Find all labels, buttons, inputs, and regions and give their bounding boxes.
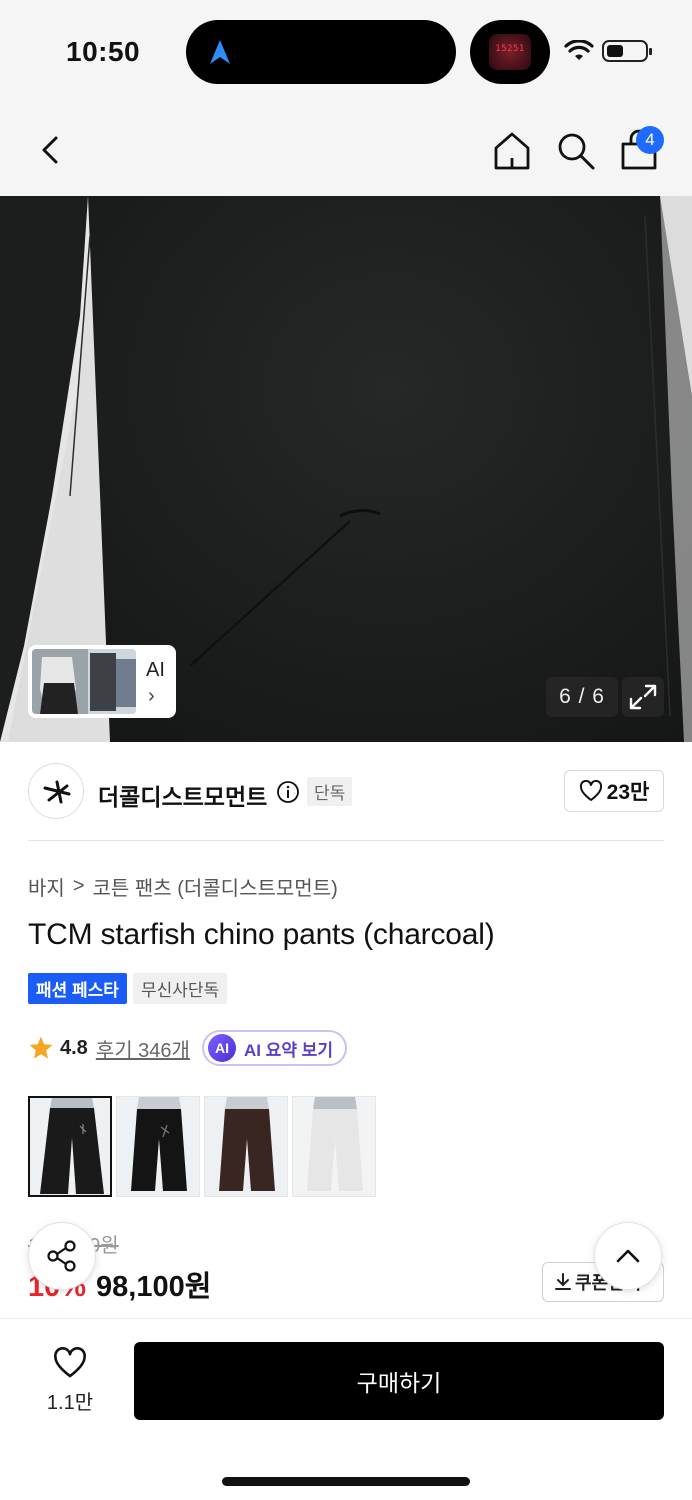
ai-similar-items-card[interactable]: AI › <box>28 645 176 718</box>
star-icon <box>29 1036 53 1059</box>
brand-name[interactable]: 더콜디스트모먼트 <box>98 778 267 812</box>
heart-icon <box>54 1347 86 1378</box>
dynamic-island <box>186 20 456 84</box>
chevron-up-icon <box>616 1249 640 1263</box>
status-bar: 10:50 15251 <box>0 0 692 104</box>
cart-count-badge: 4 <box>636 126 664 154</box>
search-icon[interactable] <box>553 128 597 172</box>
share-button[interactable] <box>28 1222 96 1290</box>
wifi-icon <box>564 40 594 60</box>
breadcrumb-separator: > <box>72 875 85 897</box>
status-time: 10:50 <box>66 36 141 67</box>
product-badges: 패션 페스타 무신사단독 <box>28 973 228 1004</box>
musinsa-exclusive-badge: 무신사단독 <box>132 973 228 1004</box>
chevron-right-icon: › <box>148 685 155 707</box>
breadcrumb-subcategory[interactable]: 코튼 팬츠 (더콜디스트모먼트) <box>93 872 338 901</box>
exclusive-tag: 단독 <box>307 777 353 806</box>
brand-logo[interactable] <box>28 763 84 819</box>
review-count-link[interactable]: 후기 346개 <box>96 1034 190 1063</box>
final-price: 98,100원 <box>96 1271 212 1303</box>
fashion-festa-badge: 패션 페스타 <box>28 973 127 1004</box>
ai-icon: AI <box>207 1034 236 1062</box>
live-activity-display: 15251 <box>489 34 531 70</box>
color-option-brown[interactable] <box>204 1096 288 1197</box>
color-option-black[interactable] <box>28 1096 112 1197</box>
brand-like-count: 23만 <box>606 781 650 804</box>
ai-similar-thumbnail <box>32 649 136 714</box>
info-icon[interactable] <box>276 780 300 804</box>
scroll-top-button[interactable] <box>594 1222 662 1290</box>
home-icon[interactable] <box>490 128 534 172</box>
color-option-white[interactable] <box>292 1096 376 1197</box>
buy-button[interactable]: 구매하기 <box>134 1342 664 1420</box>
top-nav: 4 <box>0 104 692 196</box>
rating-value: 4.8 <box>60 1036 88 1059</box>
download-icon <box>555 1273 571 1290</box>
breadcrumb-category[interactable]: 바지 <box>28 872 65 901</box>
battery-icon <box>602 40 652 62</box>
product-title: TCM starfish chino pants (charcoal) <box>28 918 495 951</box>
product-like-button[interactable]: 1.1만 <box>30 1347 110 1415</box>
live-activity-text: 15251 <box>495 44 525 54</box>
brand-row: 더콜디스트모먼트 단독 23만 <box>0 742 692 842</box>
share-icon <box>47 1240 76 1272</box>
breadcrumb: 바지 > 코튼 팬츠 (더콜디스트모먼트) <box>28 872 338 901</box>
divider <box>28 840 664 841</box>
ai-summary-label: AI 요약 보기 <box>243 1040 333 1060</box>
color-option-black-star[interactable] <box>116 1096 200 1197</box>
product-image-gallery[interactable]: AI › 6 / 6 <box>0 196 692 742</box>
bottom-action-bar: 1.1만 구매하기 <box>0 1318 692 1500</box>
ai-label: AI <box>146 659 165 681</box>
ai-summary-button[interactable]: AI AI 요약 보기 <box>201 1030 347 1066</box>
chevron-left-icon[interactable] <box>30 128 74 172</box>
battery-level <box>607 45 623 57</box>
rating-row: 4.8 후기 346개 AI AI 요약 보기 <box>28 1030 347 1066</box>
image-counter: 6 / 6 <box>546 677 618 717</box>
home-indicator <box>222 1477 470 1486</box>
navigation-arrow-icon <box>210 40 230 64</box>
product-like-count: 1.1만 <box>46 1392 94 1414</box>
brand-like-button[interactable]: 23만 <box>564 770 664 812</box>
heart-icon <box>579 780 602 801</box>
expand-icon[interactable] <box>622 677 664 717</box>
color-options <box>28 1096 376 1197</box>
live-activity: 15251 <box>470 20 550 84</box>
